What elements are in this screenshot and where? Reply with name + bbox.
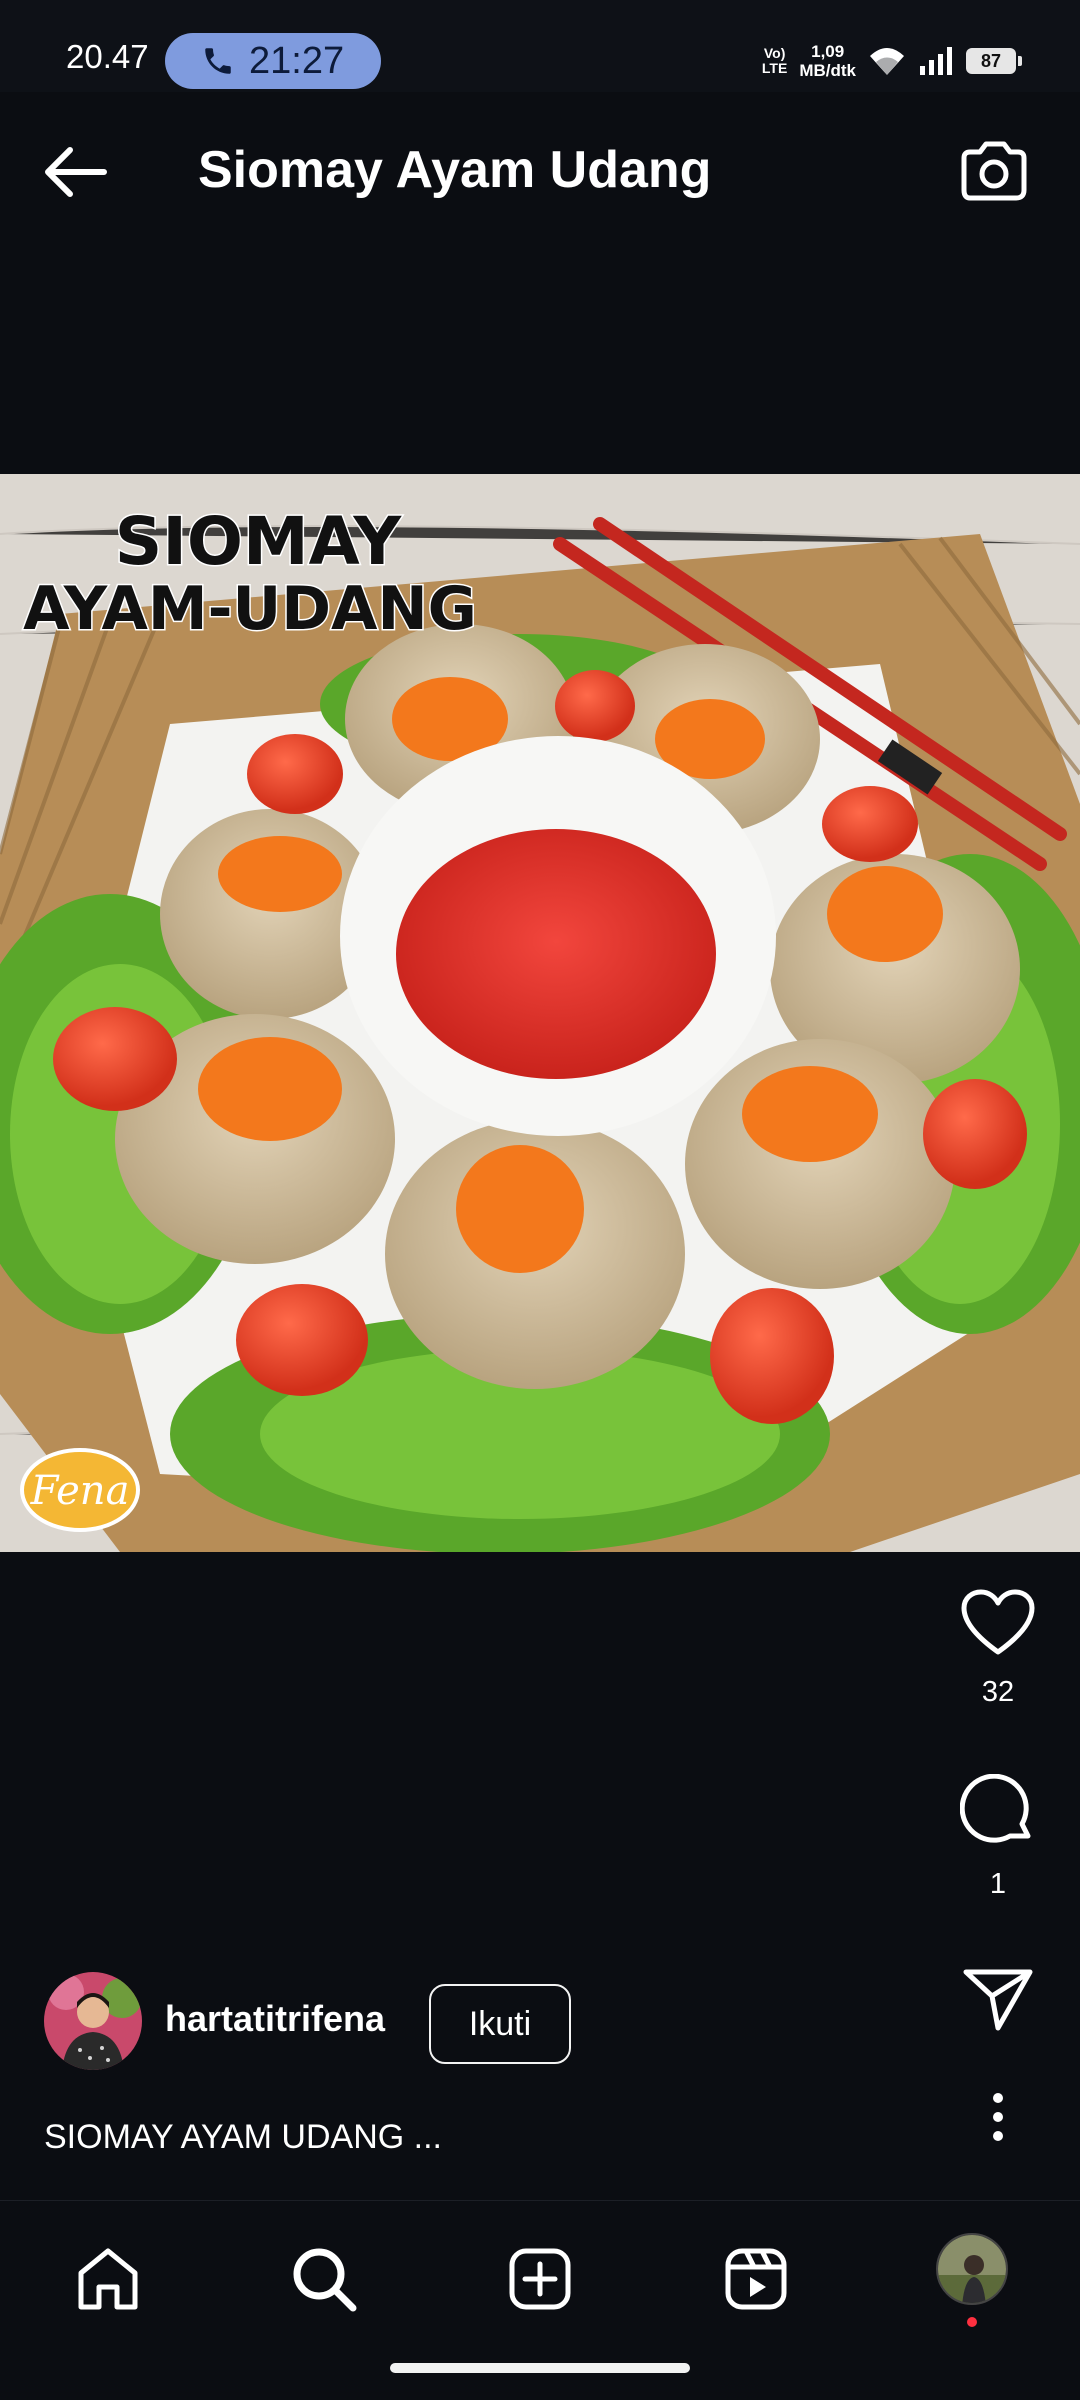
nav-reels[interactable] [718, 2241, 794, 2317]
image-text-line2: AYAM-UDANG [23, 574, 477, 644]
status-bar: 20.47 21:27 Vo) LTE 1,09 MB/dtk 87 [0, 0, 1080, 92]
network-speed: 1,09 MB/dtk [799, 42, 856, 80]
wifi-icon [870, 48, 904, 75]
author-avatar[interactable] [44, 1972, 142, 2070]
signal-icon [920, 47, 952, 75]
create-icon [509, 2248, 571, 2310]
author-username[interactable]: hartatitrifena [165, 1998, 385, 2040]
nav-create[interactable] [502, 2241, 578, 2317]
food-photo: SIOMAY AYAM-UDANG Fena [0, 474, 1080, 1552]
home-icon [78, 2248, 138, 2310]
nav-search[interactable] [286, 2241, 362, 2317]
share-action [950, 1966, 1046, 2032]
search-icon [293, 2248, 357, 2312]
call-timer: 21:27 [249, 39, 345, 82]
post-image[interactable]: SIOMAY AYAM-UDANG Fena [0, 474, 1080, 1552]
more-vertical-icon[interactable] [988, 2092, 1008, 2142]
comment-icon[interactable] [960, 1774, 1036, 1850]
nav-home[interactable] [70, 2241, 146, 2317]
call-indicator[interactable]: 21:27 [165, 33, 381, 89]
heart-icon[interactable] [960, 1588, 1036, 1658]
send-icon[interactable] [962, 1966, 1034, 2032]
header: Siomay Ayam Udang [0, 92, 1080, 252]
camera-icon[interactable] [958, 138, 1028, 204]
follow-button[interactable]: Ikuti [429, 1984, 571, 2064]
image-text-line1: SIOMAY [115, 503, 403, 580]
notification-dot [967, 2317, 977, 2327]
page-title: Siomay Ayam Udang [198, 141, 712, 199]
volte-indicator: Vo) LTE [761, 45, 788, 76]
nav-profile-avatar[interactable] [936, 2233, 1008, 2305]
phone-icon [205, 48, 231, 74]
comment-action: 1 [950, 1774, 1046, 1901]
like-count[interactable]: 32 [982, 1676, 1014, 1709]
home-indicator[interactable] [390, 2363, 690, 2373]
arrow-left-icon[interactable] [40, 142, 110, 202]
status-icons: Vo) LTE 1,09 MB/dtk 87 [761, 36, 1022, 86]
post-caption[interactable]: SIOMAY AYAM UDANG ... [44, 2118, 442, 2157]
watermark-text: Fena [30, 1468, 130, 1514]
more-action [950, 2092, 1046, 2142]
status-time: 20.47 [66, 38, 149, 75]
reels-icon [725, 2248, 787, 2310]
comment-count[interactable]: 1 [990, 1868, 1006, 1901]
like-action: 32 [950, 1588, 1046, 1709]
battery-indicator: 87 [966, 48, 1022, 74]
